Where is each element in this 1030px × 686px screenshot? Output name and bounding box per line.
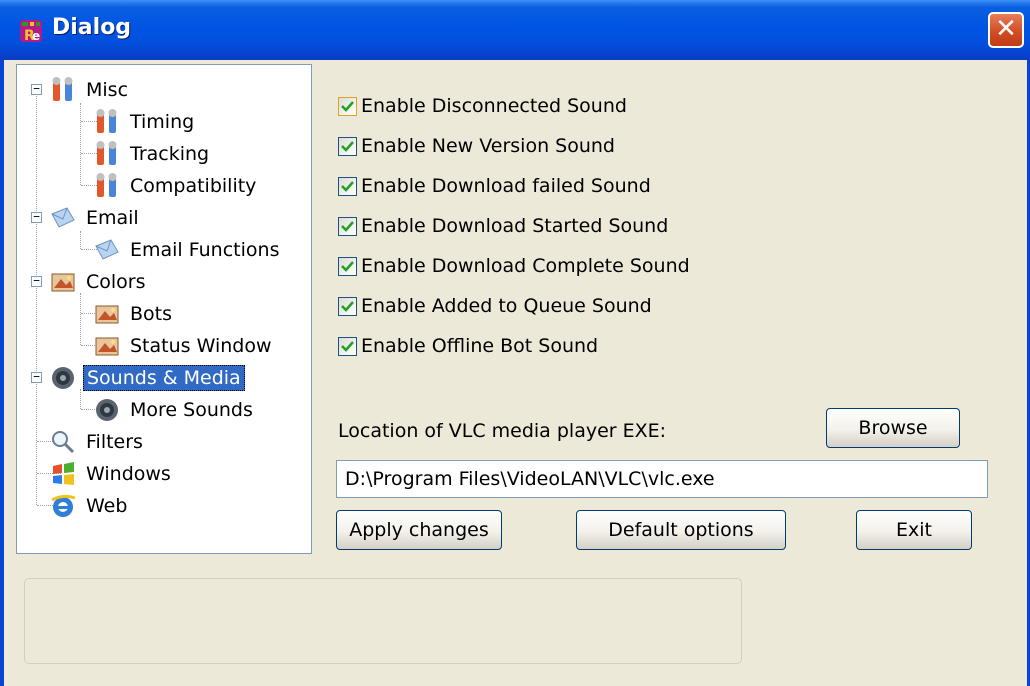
tree-item-label: More Sounds <box>130 399 253 421</box>
tools-icon <box>52 77 73 101</box>
checkbox-disconnected-sound[interactable]: Enable Disconnected Sound <box>338 92 627 120</box>
tree-item-label: Status Window <box>130 335 272 357</box>
tree-item-misc[interactable]: Misc <box>49 75 131 105</box>
tools-icon <box>96 173 117 197</box>
checkbox-label: Enable Added to Queue Sound <box>361 295 652 317</box>
checkmark-icon <box>341 220 354 232</box>
vlc-location-label: Location of VLC media player EXE: <box>338 420 667 442</box>
status-panel <box>24 578 742 664</box>
checkbox[interactable] <box>338 136 357 156</box>
checkbox[interactable] <box>338 176 357 196</box>
tree-item-windows[interactable]: Windows <box>49 459 174 489</box>
tree-item-email-functions[interactable]: Email Functions <box>93 235 282 265</box>
tree-item-label: Web <box>86 495 128 517</box>
checkbox-label: Enable Disconnected Sound <box>361 95 627 117</box>
checkbox-offline-bot-sound[interactable]: Enable Offline Bot Sound <box>338 332 598 360</box>
checkbox-download-failed-sound[interactable]: Enable Download failed Sound <box>338 172 651 200</box>
tree-item-label: Windows <box>86 463 171 485</box>
palette-icon <box>95 337 119 356</box>
tree-item-colors[interactable]: Colors <box>49 267 149 297</box>
close-button[interactable]: ✕ <box>988 12 1024 48</box>
dialog-window: R e Dialog ✕ − − − − Misc Timing Trackin… <box>0 0 1030 686</box>
tree-branch-line <box>80 231 81 249</box>
tree-item-label: Timing <box>130 111 195 133</box>
tree-branch-line <box>80 293 81 345</box>
windows-flag-icon <box>53 462 74 485</box>
apply-changes-button[interactable]: Apply changes <box>336 510 502 550</box>
tree-item-tracking[interactable]: Tracking <box>93 139 212 169</box>
checkmark-icon <box>341 340 354 352</box>
checkbox[interactable] <box>338 296 357 316</box>
checkmark-icon <box>341 260 354 272</box>
tree-item-label: Filters <box>86 431 143 453</box>
speaker-icon <box>96 399 118 421</box>
checkmark-icon <box>341 300 354 312</box>
checkbox-download-started-sound[interactable]: Enable Download Started Sound <box>338 212 668 240</box>
tree-item-label: Colors <box>86 271 146 293</box>
checkmark-icon <box>341 140 354 152</box>
checkbox-new-version-sound[interactable]: Enable New Version Sound <box>338 132 615 160</box>
checkbox[interactable] <box>338 216 357 236</box>
tree-item-label: Email Functions <box>130 239 280 261</box>
window-title: Dialog <box>52 15 132 40</box>
email-icon <box>51 207 75 228</box>
tree-item-sounds-media[interactable]: Sounds & Media <box>49 363 245 393</box>
app-icon: R e <box>20 20 42 44</box>
dialog-client-area: − − − − Misc Timing Tracking Compatibili… <box>4 60 1027 686</box>
title-bar[interactable]: R e Dialog ✕ <box>0 0 1030 60</box>
tree-item-email[interactable]: Email <box>49 203 142 233</box>
checkbox-download-complete-sound[interactable]: Enable Download Complete Sound <box>338 252 690 280</box>
tree-item-more-sounds[interactable]: More Sounds <box>93 395 256 425</box>
checkbox[interactable] <box>338 256 357 276</box>
svg-text:e: e <box>32 29 40 43</box>
checkmark-icon <box>341 180 354 192</box>
palette-icon <box>95 305 119 324</box>
tools-icon <box>96 109 117 133</box>
collapse-colors-icon[interactable]: − <box>31 275 42 287</box>
tree-item-filters[interactable]: Filters <box>49 427 146 457</box>
tree-item-label: Tracking <box>130 143 210 165</box>
magnifier-icon <box>52 431 75 454</box>
speaker-icon <box>52 367 74 389</box>
tree-item-bots[interactable]: Bots <box>93 299 175 329</box>
checkbox-label: Enable Offline Bot Sound <box>361 335 599 357</box>
tree-item-label: Sounds & Media <box>83 365 245 391</box>
tree-item-web[interactable]: Web <box>49 491 130 521</box>
email-icon <box>95 239 119 260</box>
exit-button[interactable]: Exit <box>856 510 972 550</box>
checkmark-icon <box>341 100 354 112</box>
tree-branch-line <box>80 103 81 185</box>
palette-icon <box>51 273 75 292</box>
vlc-path-field[interactable]: D:\Program Files\VideoLAN\VLC\vlc.exe <box>336 460 988 498</box>
checkbox-added-to-queue-sound[interactable]: Enable Added to Queue Sound <box>338 292 652 320</box>
tree-item-timing[interactable]: Timing <box>93 107 197 137</box>
tree-item-label: Email <box>86 207 139 229</box>
internet-explorer-icon <box>51 494 76 517</box>
checkbox-label: Enable New Version Sound <box>361 135 615 157</box>
collapse-misc-icon[interactable]: − <box>31 83 42 95</box>
checkbox-label: Enable Download Complete Sound <box>361 255 690 277</box>
tools-icon <box>96 141 117 165</box>
collapse-sounds-icon[interactable]: − <box>31 371 42 383</box>
checkbox-label: Enable Download Started Sound <box>361 215 669 237</box>
tree-item-label: Bots <box>130 303 173 325</box>
checkbox[interactable] <box>338 336 357 356</box>
tree-root-line <box>36 89 37 505</box>
browse-button[interactable]: Browse <box>826 408 960 448</box>
close-icon: ✕ <box>995 14 1017 44</box>
checkbox[interactable] <box>338 96 357 116</box>
checkbox-label: Enable Download failed Sound <box>361 175 651 197</box>
tree-item-label: Compatibility <box>130 175 257 197</box>
default-options-button[interactable]: Default options <box>576 510 786 550</box>
tree-item-status-window[interactable]: Status Window <box>93 331 275 361</box>
tree-item-label: Misc <box>86 79 129 101</box>
options-tree[interactable]: − − − − Misc Timing Tracking Compatibili… <box>16 64 312 554</box>
tree-item-compatibility[interactable]: Compatibility <box>93 171 259 201</box>
collapse-email-icon[interactable]: − <box>31 211 42 223</box>
